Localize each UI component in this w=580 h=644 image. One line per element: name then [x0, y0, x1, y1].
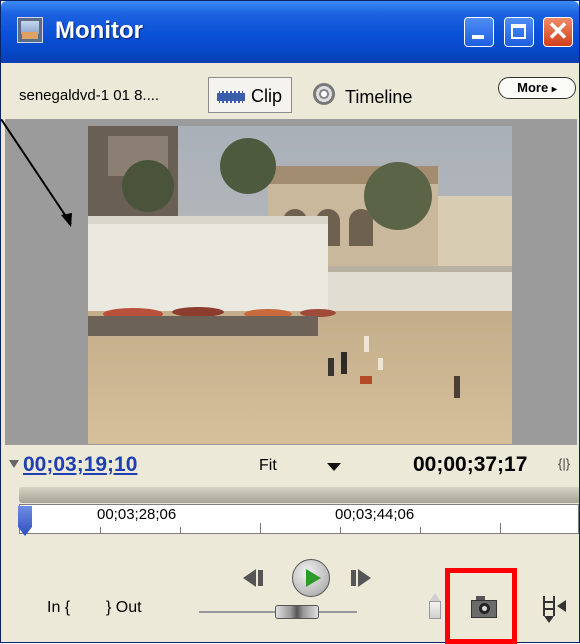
- set-out-button[interactable]: } Out: [106, 599, 142, 617]
- video-frame[interactable]: [88, 126, 512, 444]
- ruler-tick: [180, 527, 181, 533]
- viewing-area-bar[interactable]: [19, 487, 579, 503]
- step-back-button[interactable]: [241, 569, 265, 587]
- more-label: More: [517, 80, 549, 95]
- marker-icon[interactable]: [429, 593, 441, 619]
- zoom-select[interactable]: Fit: [259, 457, 277, 475]
- minimize-icon: [472, 35, 484, 39]
- zoom-dropdown-icon[interactable]: [327, 463, 341, 471]
- more-arrow-icon: ▸: [551, 84, 557, 95]
- maximize-button[interactable]: [504, 17, 534, 47]
- tab-clip-label: Clip: [251, 86, 283, 106]
- maximize-icon: [511, 24, 526, 39]
- ruler-tick: [420, 527, 421, 533]
- ruler-tick: [340, 527, 341, 533]
- current-timecode[interactable]: 00;03;19;10: [23, 453, 137, 477]
- ruler-tick: [500, 523, 501, 533]
- close-icon: ✕: [547, 16, 569, 46]
- ruler-label: 00;03;44;06: [335, 506, 415, 523]
- monitor-app-icon: [17, 17, 43, 43]
- ruler-label: 00;03;28;06: [97, 506, 177, 523]
- play-button[interactable]: [292, 559, 330, 597]
- duration-timecode: 00;00;37;17: [413, 453, 528, 476]
- clip-name: senegaldvd-1 01 8....: [19, 87, 160, 104]
- shuttle-knob[interactable]: [275, 605, 319, 619]
- ruler-tick: [100, 527, 101, 533]
- play-icon: [306, 569, 321, 587]
- window-title: Monitor: [55, 17, 143, 44]
- step-back-icon: [243, 569, 256, 587]
- title-bar[interactable]: Monitor ✕: [1, 1, 579, 63]
- tab-clip[interactable]: Clip: [208, 77, 292, 113]
- highlight-box: [445, 568, 517, 644]
- set-in-button[interactable]: In {: [47, 599, 70, 617]
- close-button[interactable]: ✕: [543, 17, 573, 47]
- timecode-dropdown-icon[interactable]: [9, 460, 19, 468]
- ruler-tick: [260, 523, 261, 533]
- monitor-window: Monitor ✕ senegaldvd-1 01 8.... Clip Tim…: [0, 0, 580, 644]
- tab-timeline-label: Timeline: [345, 87, 413, 107]
- step-forward-button[interactable]: [349, 569, 373, 587]
- step-forward-icon: [358, 569, 371, 587]
- film-icon: [217, 91, 245, 103]
- film-reel-icon: [313, 83, 335, 105]
- duration-bracket-icon: {|}: [558, 456, 571, 471]
- minimize-button[interactable]: [464, 17, 494, 47]
- export-frame-icon[interactable]: [541, 594, 571, 624]
- shuttle-slider[interactable]: [199, 601, 357, 623]
- more-button[interactable]: More ▸: [498, 77, 576, 99]
